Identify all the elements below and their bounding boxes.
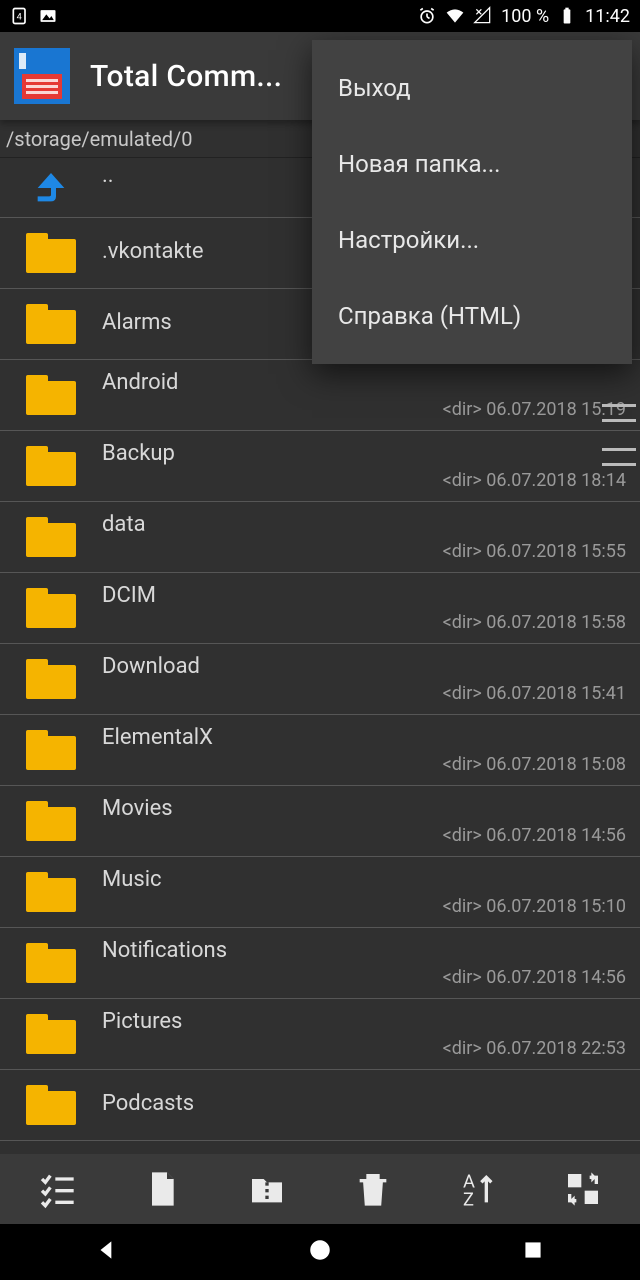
nav-bar (0, 1224, 640, 1280)
file-meta: <dir> 06.07.2018 14:56 (102, 825, 626, 846)
panel-handle-icon[interactable] (602, 404, 636, 422)
file-row[interactable]: Backup <dir> 06.07.2018 18:14 (0, 431, 640, 502)
folder-icon (26, 588, 76, 628)
menu-new-folder[interactable]: Новая папка... (312, 126, 632, 202)
file-name: Movies (102, 796, 626, 821)
overflow-menu: Выход Новая папка... Настройки... Справк… (312, 40, 632, 364)
file-name: data (102, 512, 626, 537)
clock-text: 11:42 (585, 6, 630, 27)
file-name: Android (102, 370, 626, 395)
sort-button[interactable]: AZ (454, 1165, 502, 1213)
menu-help[interactable]: Справка (HTML) (312, 278, 632, 354)
svg-text:Z: Z (463, 1190, 474, 1209)
file-row[interactable]: DCIM <dir> 06.07.2018 15:58 (0, 573, 640, 644)
floppy-icon (14, 48, 70, 104)
file-name: Notifications (102, 938, 626, 963)
file-row[interactable]: Download <dir> 06.07.2018 15:41 (0, 644, 640, 715)
file-row[interactable]: Movies <dir> 06.07.2018 14:56 (0, 786, 640, 857)
file-meta: <dir> 06.07.2018 15:58 (102, 612, 626, 633)
sim-icon: 4 (10, 6, 30, 26)
home-button[interactable] (307, 1237, 333, 1267)
file-row[interactable]: Music <dir> 06.07.2018 15:10 (0, 857, 640, 928)
file-name: ElementalX (102, 725, 626, 750)
folder-icon (26, 801, 76, 841)
folder-icon (26, 233, 76, 273)
file-row[interactable]: Notifications <dir> 06.07.2018 14:56 (0, 928, 640, 999)
file-row[interactable]: Android <dir> 06.07.2018 15:19 (0, 360, 640, 431)
battery-text: 100 % (501, 6, 549, 27)
folder-icon (26, 375, 76, 415)
panel-switch-handles[interactable] (598, 404, 640, 466)
menu-exit[interactable]: Выход (312, 50, 632, 126)
app-title: Total Comm... (90, 59, 282, 94)
signal-icon (473, 6, 493, 26)
folder-icon (26, 1085, 76, 1125)
wifi-icon (445, 6, 465, 26)
back-button[interactable] (94, 1237, 120, 1267)
file-row[interactable]: data <dir> 06.07.2018 15:55 (0, 502, 640, 573)
file-meta: <dir> 06.07.2018 15:55 (102, 541, 626, 562)
folder-icon (26, 872, 76, 912)
svg-text:4: 4 (17, 12, 22, 22)
picture-icon (38, 6, 58, 26)
file-name: DCIM (102, 583, 626, 608)
file-name: Download (102, 654, 626, 679)
folder-icon (26, 943, 76, 983)
alarm-icon (417, 6, 437, 26)
file-meta: <dir> 06.07.2018 15:08 (102, 754, 626, 775)
file-name: Backup (102, 441, 626, 466)
folder-icon (26, 517, 76, 557)
file-meta: <dir> 06.07.2018 14:56 (102, 967, 626, 988)
file-meta: <dir> 06.07.2018 18:14 (102, 470, 626, 491)
status-bar: 4 100 % 11:42 (0, 0, 640, 32)
file-name: Music (102, 867, 626, 892)
file-name: Podcasts (102, 1091, 626, 1116)
folder-icon (26, 659, 76, 699)
recent-button[interactable] (520, 1237, 546, 1267)
file-row[interactable]: Pictures <dir> 06.07.2018 22:53 (0, 999, 640, 1070)
file-name: Pictures (102, 1009, 626, 1034)
battery-icon (557, 6, 577, 26)
file-meta: <dir> 06.07.2018 15:10 (102, 896, 626, 917)
folder-icon (26, 1014, 76, 1054)
select-button[interactable] (33, 1165, 81, 1213)
up-arrow-icon (31, 168, 71, 208)
folder-icon (26, 304, 76, 344)
file-meta: <dir> 06.07.2018 15:19 (102, 399, 626, 420)
delete-button[interactable] (349, 1165, 397, 1213)
menu-settings[interactable]: Настройки... (312, 202, 632, 278)
folder-icon (26, 730, 76, 770)
folder-icon (26, 446, 76, 486)
swap-panels-button[interactable] (559, 1165, 607, 1213)
bottom-toolbar: AZ (0, 1154, 640, 1224)
file-row[interactable]: Podcasts (0, 1070, 640, 1141)
file-meta: <dir> 06.07.2018 15:41 (102, 683, 626, 704)
file-row[interactable]: ElementalX <dir> 06.07.2018 15:08 (0, 715, 640, 786)
file-meta: <dir> 06.07.2018 22:53 (102, 1038, 626, 1059)
zip-button[interactable] (243, 1165, 291, 1213)
panel-handle-icon[interactable] (602, 448, 636, 466)
copy-button[interactable] (138, 1165, 186, 1213)
